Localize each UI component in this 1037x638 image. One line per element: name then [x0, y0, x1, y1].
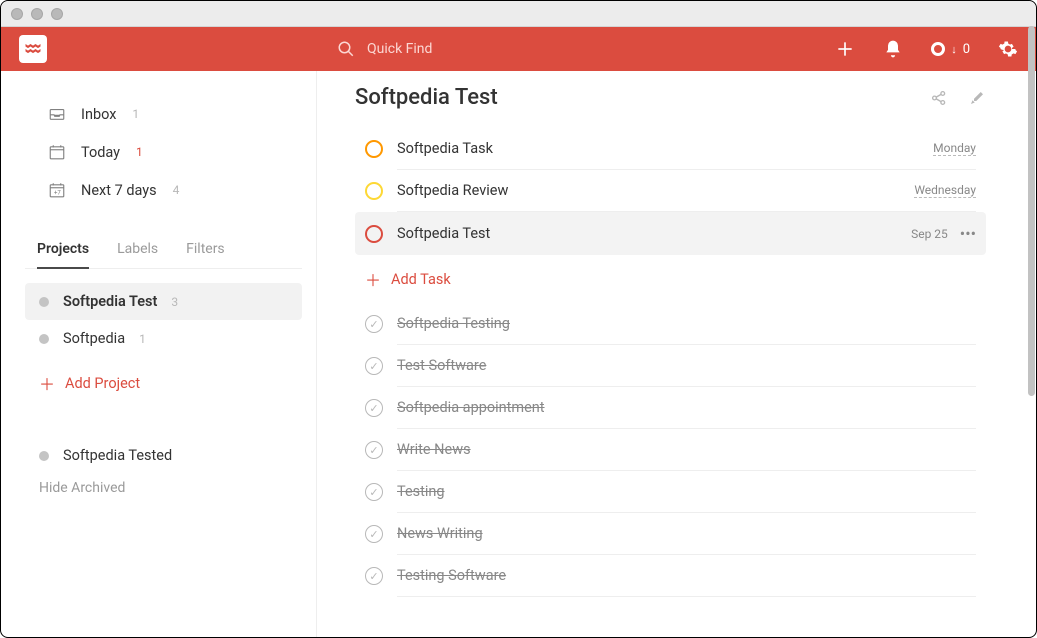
- tab-filters[interactable]: Filters: [186, 241, 225, 268]
- task-name: Softpedia Task: [397, 140, 493, 157]
- karma-counter[interactable]: ↓ 0: [931, 42, 970, 57]
- tab-labels[interactable]: Labels: [117, 241, 158, 268]
- nav-next7-count: 4: [173, 183, 180, 197]
- task-checkbox[interactable]: [365, 140, 383, 158]
- task-row[interactable]: Softpedia Task Monday: [355, 128, 986, 170]
- plus-icon: ＋: [39, 371, 51, 395]
- completed-task-row[interactable]: News Writing: [355, 513, 986, 555]
- project-name: Softpedia Test: [63, 293, 157, 310]
- nav-inbox-count: 1: [132, 107, 139, 121]
- project-count: 1: [139, 332, 146, 346]
- completed-task-row[interactable]: Softpedia Testing: [355, 303, 986, 345]
- completed-task-row[interactable]: Write News: [355, 429, 986, 471]
- task-name: Testing Software: [397, 567, 506, 584]
- task-name: Softpedia appointment: [397, 399, 545, 416]
- project-color-dot: [39, 297, 49, 307]
- nav-inbox[interactable]: Inbox 1: [25, 95, 302, 133]
- sidebar-tabs: Projects Labels Filters: [25, 223, 302, 269]
- nav-today[interactable]: Today 1: [25, 133, 302, 171]
- completed-task-list: Softpedia Testing Test Software Softpedia …: [355, 303, 986, 597]
- task-row[interactable]: Softpedia Review Wednesday: [355, 170, 986, 212]
- task-name: Testing: [397, 483, 445, 500]
- task-name: Softpedia Review: [397, 182, 508, 199]
- plus-icon: ＋: [365, 267, 377, 291]
- calendar-week-icon: +7: [47, 181, 67, 199]
- task-checkbox-done[interactable]: [365, 483, 383, 501]
- main-panel: Softpedia Test Softpedia TaskMondaySoftp…: [317, 71, 1036, 637]
- window-titlebar: [1, 1, 1036, 27]
- main-header: Softpedia Test: [355, 85, 986, 110]
- project-list: Softpedia Test 3 Softpedia 1 ＋ Add Proje…: [25, 283, 302, 405]
- task-date[interactable]: Wednesday: [914, 183, 976, 198]
- add-icon[interactable]: [835, 39, 855, 59]
- nav-today-label: Today: [81, 144, 120, 161]
- completed-task-row[interactable]: Test Software: [355, 345, 986, 387]
- project-color-dot: [39, 451, 49, 461]
- task-checkbox-done[interactable]: [365, 525, 383, 543]
- svg-text:+7: +7: [54, 190, 61, 197]
- nav-next7-label: Next 7 days: [81, 182, 157, 199]
- app-logo[interactable]: [19, 35, 47, 63]
- task-date[interactable]: Sep 25: [911, 227, 948, 241]
- settings-icon[interactable]: [998, 39, 1018, 59]
- top-bar: Quick Find ↓ 0: [1, 27, 1036, 71]
- scrollbar-thumb[interactable]: [1028, 26, 1035, 396]
- notifications-icon[interactable]: [883, 39, 903, 59]
- project-count: 3: [171, 295, 178, 309]
- karma-icon: [931, 42, 945, 56]
- task-name: News Writing: [397, 525, 483, 542]
- task-checkbox[interactable]: [365, 182, 383, 200]
- add-project-button[interactable]: ＋ Add Project: [25, 361, 302, 405]
- task-name: Softpedia Testing: [397, 315, 510, 332]
- task-name: Test Software: [397, 357, 486, 374]
- task-checkbox-done[interactable]: [365, 441, 383, 459]
- karma-value: 0: [963, 42, 970, 57]
- search-placeholder: Quick Find: [367, 41, 432, 57]
- add-task-label: Add Task: [391, 271, 451, 288]
- close-window-button[interactable]: [11, 8, 23, 20]
- task-checkbox-done[interactable]: [365, 399, 383, 417]
- tab-projects[interactable]: Projects: [37, 241, 89, 269]
- task-list: Softpedia Task Monday Softpedia Review Wedn…: [355, 128, 986, 255]
- maximize-window-button[interactable]: [51, 8, 63, 20]
- completed-task-row[interactable]: Testing: [355, 471, 986, 513]
- tools-icon[interactable]: [968, 89, 986, 107]
- project-name: Softpedia: [63, 330, 125, 347]
- project-color-dot: [39, 334, 49, 344]
- task-name: Softpedia Test: [397, 225, 490, 242]
- task-name: Write News: [397, 441, 471, 458]
- nav-today-count: 1: [136, 145, 143, 159]
- share-icon[interactable]: [930, 89, 948, 107]
- task-checkbox-done[interactable]: [365, 567, 383, 585]
- search-icon: [337, 40, 355, 58]
- task-more-icon[interactable]: •••: [960, 224, 976, 243]
- nav-next7days[interactable]: +7 Next 7 days 4: [25, 171, 302, 209]
- task-checkbox-done[interactable]: [365, 315, 383, 333]
- scrollbar[interactable]: [1027, 26, 1035, 626]
- archived-project[interactable]: Softpedia Tested: [25, 437, 302, 474]
- archived-project-name: Softpedia Tested: [63, 447, 172, 464]
- inbox-icon: [47, 105, 67, 123]
- project-item-softpedia[interactable]: Softpedia 1: [25, 320, 302, 357]
- page-title: Softpedia Test: [355, 85, 498, 110]
- project-item-softpedia-test[interactable]: Softpedia Test 3: [25, 283, 302, 320]
- completed-task-row[interactable]: Testing Software: [355, 555, 986, 597]
- add-task-button[interactable]: ＋ Add Task: [355, 255, 986, 303]
- calendar-today-icon: [47, 143, 67, 161]
- hide-archived-button[interactable]: Hide Archived: [25, 474, 302, 502]
- task-row[interactable]: Softpedia Test Sep 25 •••: [355, 212, 986, 255]
- task-checkbox-done[interactable]: [365, 357, 383, 375]
- minimize-window-button[interactable]: [31, 8, 43, 20]
- sidebar: Inbox 1 Today 1 +7 Next 7 days 4 Project…: [1, 71, 317, 637]
- search-area[interactable]: Quick Find: [337, 40, 432, 58]
- task-checkbox[interactable]: [365, 225, 383, 243]
- add-project-label: Add Project: [65, 375, 140, 392]
- nav-inbox-label: Inbox: [81, 106, 116, 123]
- task-date[interactable]: Monday: [933, 141, 976, 156]
- completed-task-row[interactable]: Softpedia appointment: [355, 387, 986, 429]
